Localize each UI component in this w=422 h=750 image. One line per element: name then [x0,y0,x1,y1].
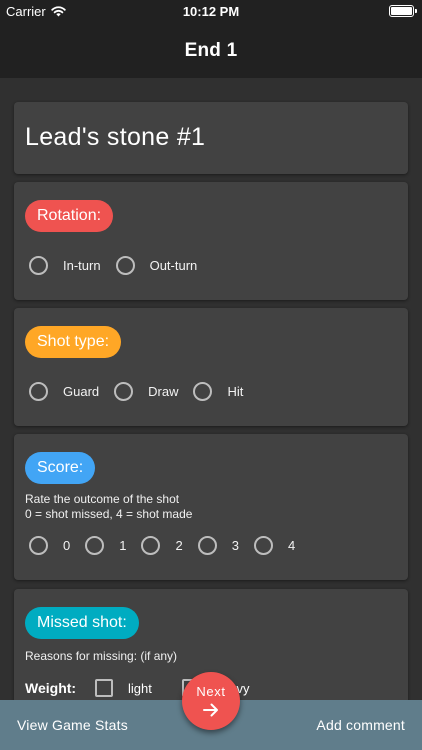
form-scroll-area[interactable]: Lead's stone #1 Rotation: In-turn Out-tu… [0,78,422,700]
stone-title-card: Lead's stone #1 [14,102,408,174]
radio-button-icon[interactable] [85,536,105,555]
shot-type-chip: Shot type: [25,326,122,358]
radio-label: 1 [119,538,127,553]
shot-type-radio-group: Guard Draw Hit [29,382,258,401]
radio-label: 2 [175,538,183,553]
radio-button-icon[interactable] [253,536,273,555]
radio-button-icon[interactable] [141,536,161,555]
score-chip: Score: [25,452,96,484]
battery-icon [389,5,417,17]
rotation-option-out-turn[interactable]: Out-turn [115,256,198,275]
shot-type-option-draw[interactable]: Draw [114,382,178,401]
radio-label: 3 [231,538,239,553]
status-bar: Carrier 10:12 PM [0,0,422,24]
radio-label: In-turn [63,258,101,273]
score-option-4[interactable]: 4 [253,536,296,555]
shot-type-option-guard[interactable]: Guard [29,382,99,401]
arrow-right-icon [203,703,218,717]
weight-light-label: light [128,680,152,696]
radio-button-icon[interactable] [115,256,135,275]
weight-label: Weight: [25,680,77,696]
app-bar: End 1 [0,24,422,78]
score-card: Score: Rate the outcome of the shot 0 = … [14,434,408,580]
missed-shot-description: Reasons for missing: (if any) [25,649,178,663]
score-option-3[interactable]: 3 [197,536,239,555]
next-label: Next [196,684,226,699]
radio-label: Guard [63,384,100,399]
score-description-line2: 0 = shot missed, 4 = shot made [25,507,193,521]
score-option-1[interactable]: 1 [85,536,126,555]
stone-heading: Lead's stone #1 [25,123,206,151]
radio-label: Out-turn [149,258,198,273]
radio-button-icon[interactable] [29,256,48,275]
page-title: End 1 [184,40,238,61]
score-radio-group: 0 1 2 3 4 [29,536,310,555]
score-option-2[interactable]: 2 [141,536,183,555]
radio-label: Hit [227,384,244,399]
weight-light-checkbox[interactable] [95,679,113,697]
view-game-stats-button[interactable]: View Game Stats [17,717,128,733]
radio-label: Draw [148,384,179,399]
rotation-radio-group: In-turn Out-turn [29,256,212,275]
score-option-0[interactable]: 0 [29,536,70,555]
radio-button-icon[interactable] [114,382,134,401]
status-time: 10:12 PM [182,4,240,19]
weight-row: Weight: light heavy [25,679,280,697]
radio-button-icon[interactable] [29,536,48,555]
next-fab-button[interactable]: Next [182,672,240,730]
radio-button-icon[interactable] [193,382,213,401]
add-comment-button[interactable]: Add comment [316,717,405,733]
rotation-option-in-turn[interactable]: In-turn [29,256,101,275]
rotation-chip: Rotation: [25,200,114,232]
shot-type-card: Shot type: Guard Draw Hit [14,308,408,426]
rotation-card: Rotation: In-turn Out-turn [14,182,408,300]
radio-label: 0 [63,538,71,553]
score-description-line1: Rate the outcome of the shot [25,492,180,506]
shot-type-option-hit[interactable]: Hit [193,382,243,401]
missed-shot-chip: Missed shot: [25,607,139,639]
radio-button-icon[interactable] [197,536,217,555]
radio-button-icon[interactable] [29,382,48,401]
radio-label: 4 [287,538,296,553]
